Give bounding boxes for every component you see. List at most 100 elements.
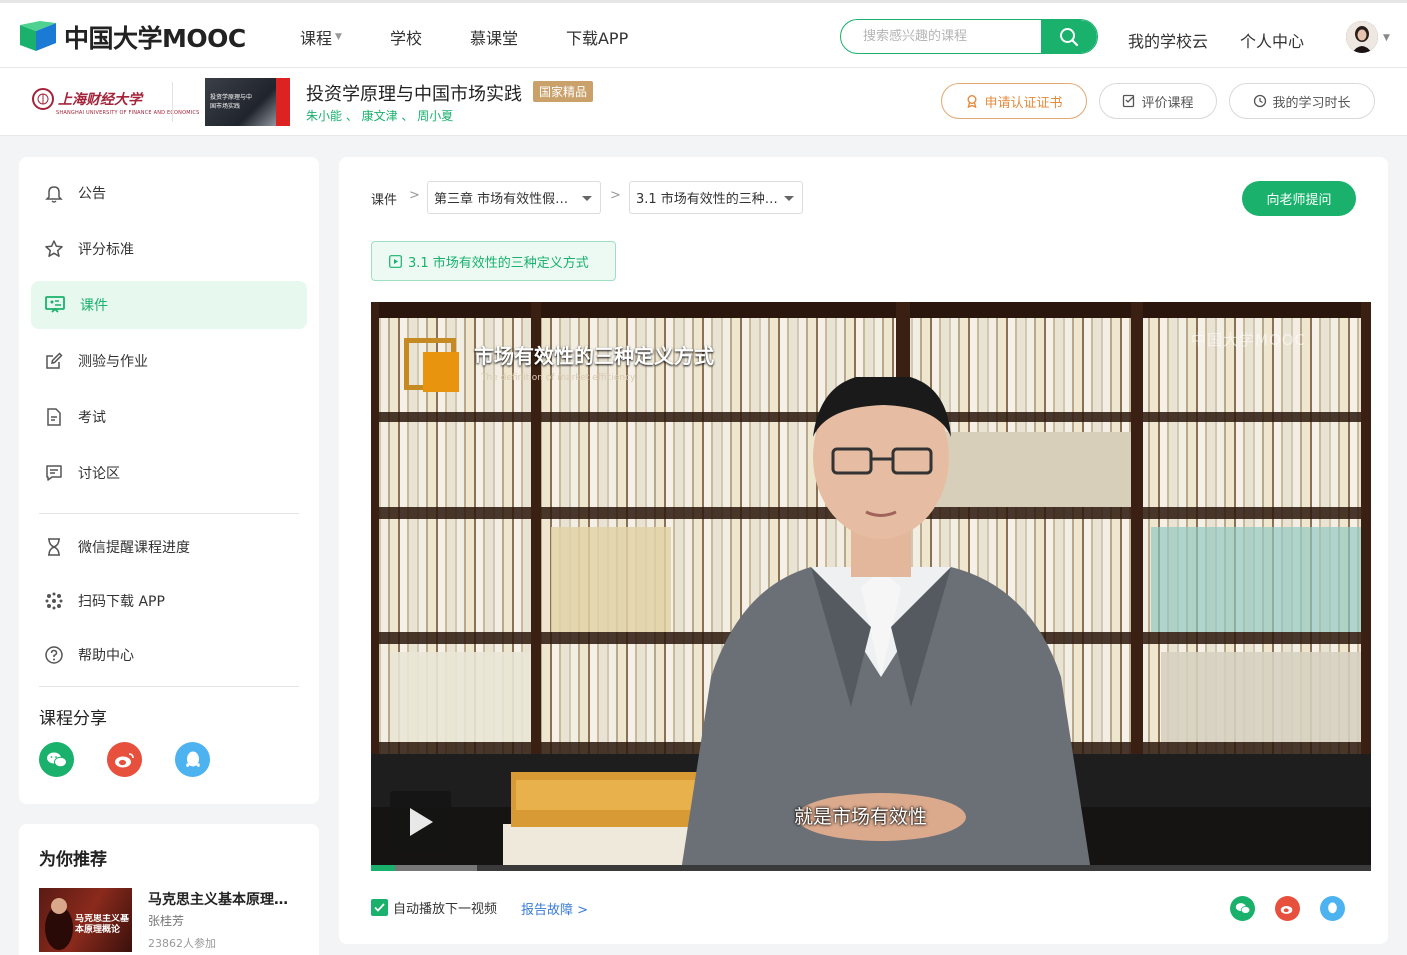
sidebar-item-help[interactable]: 帮助中心 [31, 631, 307, 679]
recommend-title: 为你推荐 [39, 850, 107, 870]
qr-icon [45, 592, 63, 610]
sidebar-item-announcement[interactable]: 公告 [31, 169, 307, 217]
chevron-down-icon[interactable]: ▼ [1383, 33, 1390, 43]
school-logo[interactable]: 上海财经大学 SHANGHAI UNIVERSITY OF FINANCE AN… [32, 88, 199, 116]
unit-tab-video[interactable]: 3.1 市场有效性的三种定义方式 [371, 241, 616, 281]
thumbnail-accent [276, 78, 290, 126]
recommend-panel: 为你推荐 马克思主义基本原理概论 马克思主义基本原理概论 张桂芳 23862人参… [19, 824, 319, 955]
sidebar-item-label: 考试 [78, 410, 106, 426]
chapter-select-value: 第三章 市场有效性假… [434, 192, 569, 207]
qq-share-icon[interactable] [1320, 896, 1345, 921]
qq-share-icon[interactable] [175, 742, 210, 777]
search-button[interactable] [1041, 20, 1097, 53]
nav-mooc-class-label: 慕课堂 [469, 29, 518, 48]
chevron-down-icon: ▼ [335, 32, 342, 42]
personal-center-link[interactable]: 个人中心 [1240, 28, 1304, 52]
school-name: 上海财经大学 [58, 92, 142, 108]
sidebar-item-grading[interactable]: 评分标准 [31, 225, 307, 273]
course-thumbnail-text: 投资学原理与中国市场实践 [210, 94, 253, 110]
weibo-share-icon[interactable] [1275, 896, 1300, 921]
apply-certificate-label: 申请认证证书 [984, 95, 1063, 111]
weibo-share-icon[interactable] [107, 742, 142, 777]
video-progress-bar[interactable] [371, 865, 1371, 871]
course-title: 投资学原理与中国市场实践 [306, 84, 522, 105]
recommend-course-name[interactable]: 马克思主义基本原理概论 [148, 889, 298, 909]
sidebar-item-label: 讨论区 [78, 466, 120, 482]
sidebar-item-exam[interactable]: 考试 [31, 393, 307, 441]
rate-course-button[interactable]: 评价课程 [1099, 83, 1217, 119]
study-time-button[interactable]: 我的学习时长 [1229, 83, 1375, 119]
wechat-share-icon[interactable] [39, 742, 74, 777]
video-progress-fill [371, 865, 395, 871]
star-icon [45, 240, 63, 257]
nav-schools-label: 学校 [389, 29, 422, 48]
search-icon [1060, 27, 1079, 46]
video-logo-block [423, 352, 459, 392]
wechat-share-icon[interactable] [1230, 896, 1255, 921]
sidebar-item-label: 测验与作业 [78, 354, 148, 370]
my-school-cloud-link[interactable]: 我的学校云 [1128, 28, 1208, 52]
course-header: 上海财经大学 SHANGHAI UNIVERSITY OF FINANCE AN… [0, 68, 1407, 136]
autoplay-checkbox[interactable]: 自动播放下一视频 [371, 898, 497, 917]
recommend-course-thumbnail[interactable]: 马克思主义基本原理概论 [39, 888, 132, 952]
brand-logo[interactable]: 中国大学MOOC [18, 19, 246, 55]
edit-icon [46, 352, 63, 369]
nav-download-app-label: 下载APP [565, 29, 629, 48]
sidebar-item-quiz[interactable]: 测验与作业 [31, 337, 307, 385]
sidebar-item-label: 微信提醒课程进度 [78, 540, 190, 556]
chapter-select[interactable]: 第三章 市场有效性假… [427, 181, 601, 214]
search-box [840, 19, 1098, 54]
main-content: 课件 > 第三章 市场有效性假… > 3.1 市场有效性的三种… 向老师提问 3… [339, 157, 1388, 944]
divider [39, 513, 299, 514]
lecturer-figure [681, 377, 1091, 871]
brand-name: 中国大学MOOC [64, 24, 246, 53]
play-icon [409, 807, 433, 836]
school-seal-icon [32, 88, 54, 110]
video-icon [389, 254, 402, 268]
hourglass-icon [48, 538, 60, 556]
chevron-down-icon [582, 196, 592, 201]
course-thumbnail[interactable]: 投资学原理与中国市场实践 [205, 78, 290, 126]
brand-logo-icon [18, 21, 58, 53]
nav-mooc-class[interactable]: 慕课堂 [470, 25, 518, 49]
nav-courses[interactable]: 课程 ▼ [300, 25, 342, 49]
apply-certificate-button[interactable]: 申请认证证书 [941, 83, 1087, 119]
quality-badge: 国家精品 [533, 81, 594, 102]
sidebar-item-label: 扫码下载 APP [78, 594, 165, 610]
report-issue-link[interactable]: 报告故障 > [521, 899, 588, 918]
sidebar-item-download-app[interactable]: 扫码下载 APP [31, 577, 307, 625]
main-nav: 课程 ▼ 学校 慕课堂 下载APP [300, 25, 676, 49]
video-caption: 就是市场有效性 [794, 806, 928, 828]
section-select-value: 3.1 市场有效性的三种… [636, 192, 778, 207]
rate-course-label: 评价课程 [1141, 95, 1194, 111]
nav-download-app[interactable]: 下载APP [566, 25, 628, 49]
sidebar-item-courseware[interactable]: 课件 [31, 281, 307, 329]
recommend-course-count: 23862人参加 [148, 937, 216, 950]
divider [172, 82, 173, 122]
section-select[interactable]: 3.1 市场有效性的三种… [629, 181, 803, 214]
play-button[interactable] [390, 791, 451, 852]
breadcrumb-courseware[interactable]: 课件 [371, 189, 397, 208]
nav-schools[interactable]: 学校 [390, 25, 422, 49]
sidebar-item-discussion[interactable]: 讨论区 [31, 449, 307, 497]
ask-teacher-button[interactable]: 向老师提问 [1242, 181, 1356, 216]
discussion-icon [46, 465, 62, 481]
unit-tab-label: 3.1 市场有效性的三种定义方式 [408, 255, 589, 271]
sidebar-item-label: 课件 [80, 298, 108, 314]
video-player[interactable]: 市场有效性的三种定义方式 The definition of market ef… [371, 302, 1371, 871]
sidebar-item-wechat-reminder[interactable]: 微信提醒课程进度 [31, 523, 307, 571]
help-icon [45, 646, 63, 664]
nav-courses-label: 课程 [300, 29, 333, 48]
rate-icon [1123, 94, 1135, 108]
checkbox-checked-icon [371, 899, 388, 916]
chevron-down-icon [784, 196, 794, 201]
recommend-course-thumbnail-text: 马克思主义基本原理概论 [75, 914, 129, 935]
video-subtitle-en: The definition of market efficiency [481, 373, 636, 383]
share-icons [39, 742, 243, 777]
avatar[interactable] [1346, 21, 1378, 53]
video-watermark: 中国大学MOOC [1191, 331, 1307, 349]
search-input[interactable] [841, 20, 1041, 53]
video-title: 市场有效性的三种定义方式 [474, 344, 714, 368]
user-links: 我的学校云 个人中心 [1128, 28, 1336, 52]
course-teachers[interactable]: 朱小能 、 康文津 、 周小夏 [306, 107, 453, 124]
